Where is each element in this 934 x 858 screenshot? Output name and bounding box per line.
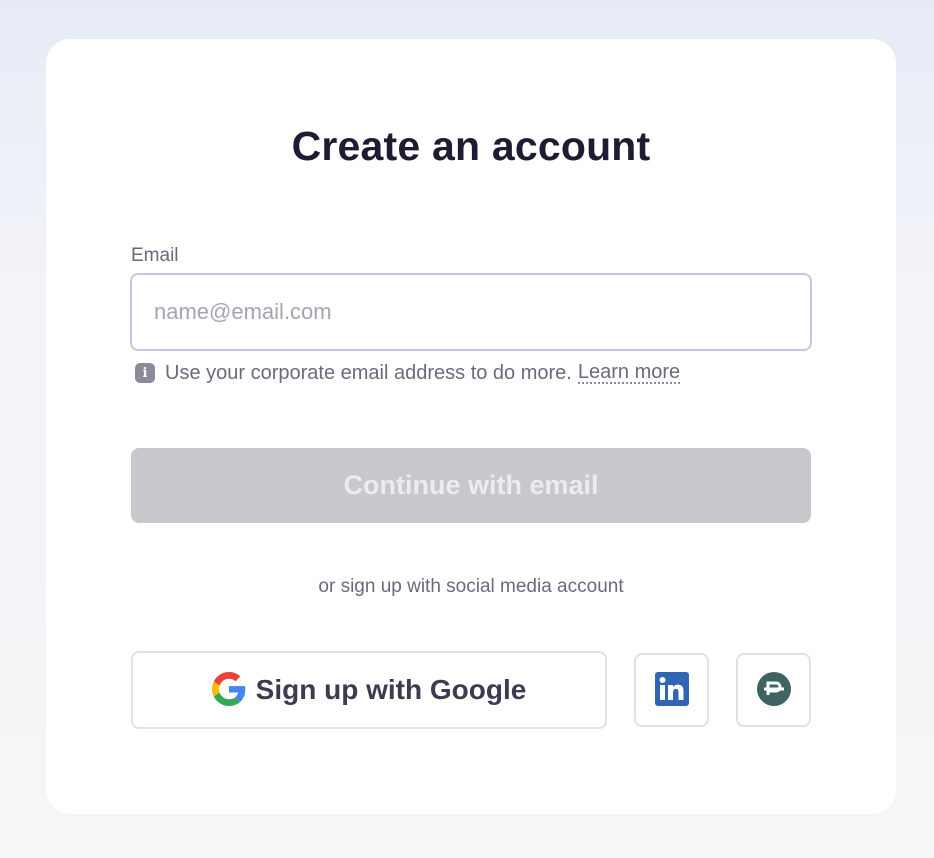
page-title: Create an account — [291, 123, 651, 169]
linkedin-signup-button[interactable] — [634, 653, 709, 727]
hint-text: Use your corporate email address to do m… — [165, 361, 572, 384]
info-icon: i — [135, 363, 155, 383]
google-icon — [211, 671, 246, 709]
email-label: Email — [131, 245, 179, 266]
linkedin-icon — [654, 671, 689, 709]
google-signup-button[interactable]: Sign up with Google — [131, 651, 607, 729]
other-social-signup-button[interactable] — [736, 653, 811, 727]
social-divider-text: or sign up with social media account — [318, 576, 624, 597]
email-field[interactable] — [130, 273, 812, 351]
learn-more-link[interactable]: Learn more — [577, 362, 681, 384]
signup-card: Create an account Email i Use your corpo… — [46, 39, 896, 814]
google-signup-label: Sign up with Google — [255, 674, 527, 705]
continue-with-email-button[interactable]: Continue with email — [131, 448, 811, 523]
circle-p-icon — [756, 671, 791, 709]
email-hint: i Use your corporate email address to do… — [135, 361, 681, 385]
